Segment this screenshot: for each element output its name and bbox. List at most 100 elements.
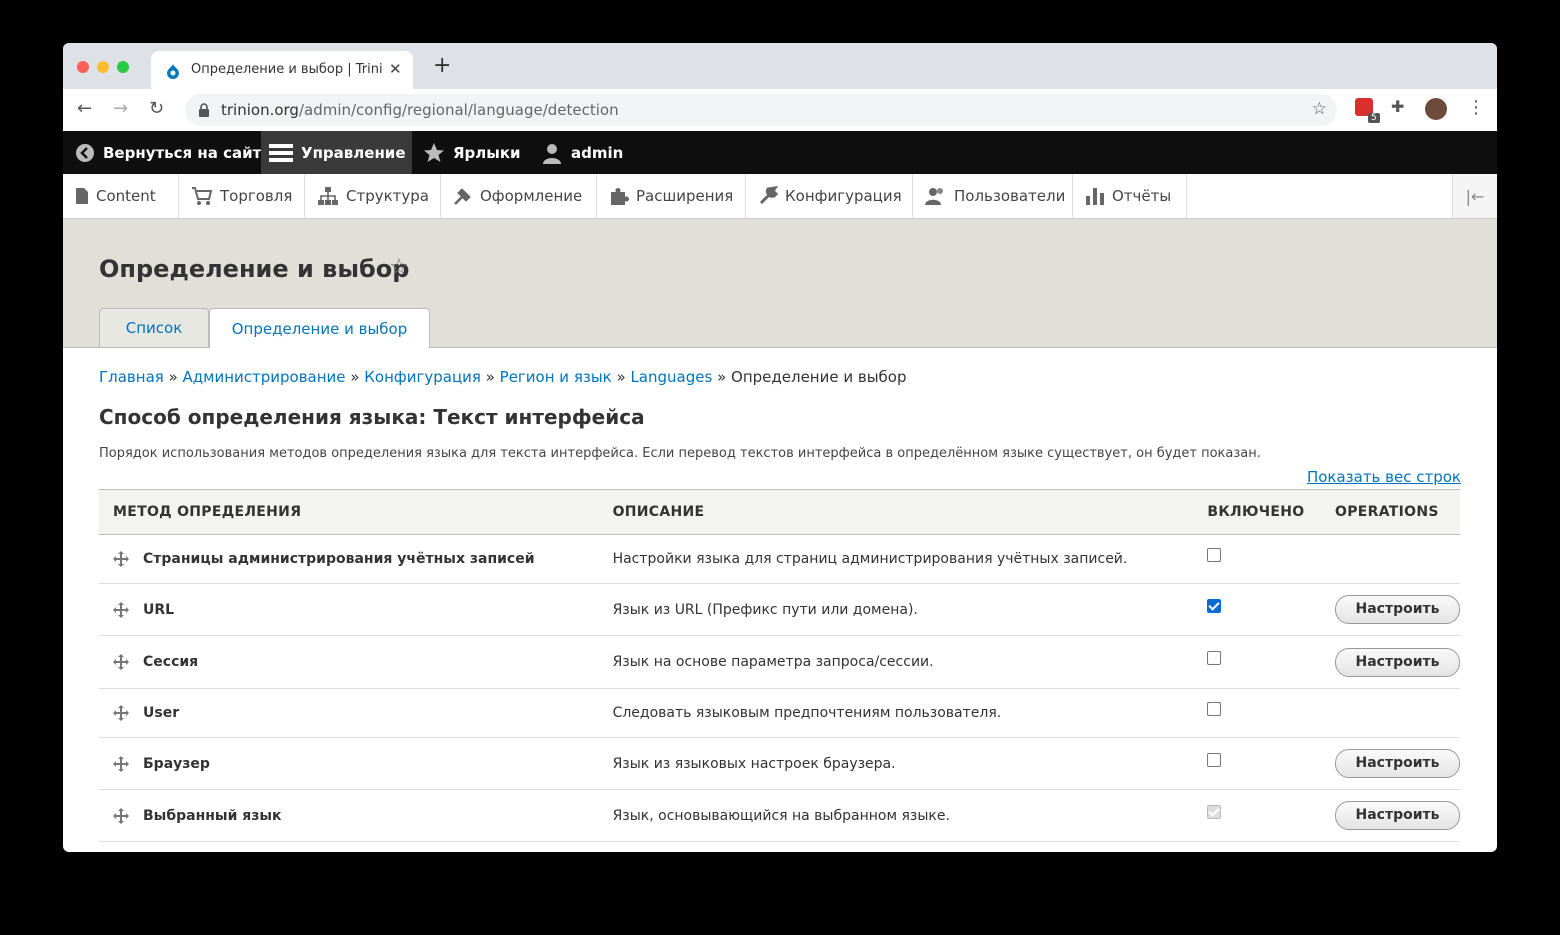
puzzle-icon — [611, 188, 629, 205]
maximize-window-button[interactable] — [117, 61, 129, 73]
tab-detection[interactable]: Определение и выбор — [209, 308, 430, 348]
menu-item-label: Пользователи — [954, 187, 1066, 205]
url-host: trinion.org — [221, 101, 299, 119]
header-method: МЕТОД ОПРЕДЕЛЕНИЯ — [99, 489, 600, 535]
enabled-checkbox-disabled — [1207, 804, 1222, 819]
url-path: /admin/config/regional/language/detectio… — [298, 101, 619, 119]
breadcrumb: Главная » Администрирование » Конфигурац… — [99, 368, 907, 386]
method-name: User — [143, 705, 180, 721]
configure-button[interactable]: Настроить — [1335, 647, 1460, 677]
enabled-checkbox[interactable] — [1207, 752, 1222, 767]
method-name: Браузер — [143, 755, 210, 772]
table-row: Сессия Язык на основе параметра запроса/… — [99, 635, 1460, 689]
manage-label: Управление — [301, 143, 406, 162]
drag-handle-icon[interactable] — [113, 705, 129, 721]
menu-item-label: Конфигурация — [785, 187, 902, 205]
menu-item-appearance[interactable]: Оформление — [441, 174, 597, 218]
configure-button[interactable]: Настроить — [1335, 595, 1460, 624]
minimize-window-button[interactable] — [97, 61, 109, 73]
bookmark-star-icon[interactable]: ☆ — [1312, 99, 1327, 119]
extensions-puzzle-icon[interactable]: ✚ — [1391, 97, 1404, 116]
drag-handle-icon[interactable] — [113, 654, 129, 670]
collapse-menu-icon[interactable]: |← — [1452, 174, 1497, 218]
menu-item-commerce[interactable]: Торговля — [179, 174, 305, 218]
enabled-checkbox[interactable] — [1207, 548, 1222, 562]
breadcrumb-config[interactable]: Конфигурация — [364, 368, 481, 386]
menu-item-content[interactable]: Content — [63, 174, 179, 218]
menu-item-people[interactable]: Пользователи — [913, 174, 1073, 218]
table-header-row: МЕТОД ОПРЕДЕЛЕНИЯ ОПИСАНИЕ ВКЛЮЧЕНО OPER… — [99, 489, 1460, 535]
wrench-icon — [759, 186, 778, 205]
method-name: Выбранный язык — [143, 807, 282, 824]
drag-handle-icon[interactable] — [113, 755, 129, 772]
shortcuts-link[interactable]: Ярлыки — [423, 131, 521, 174]
user-link[interactable]: admin — [541, 131, 623, 174]
header-description: ОПИСАНИЕ — [599, 489, 1208, 535]
method-name: Страницы администрирования учётных запис… — [143, 551, 535, 567]
browser-menu-icon[interactable]: ⋮ — [1467, 97, 1485, 118]
menu-item-structure[interactable]: Структура — [305, 174, 441, 218]
menu-item-configuration[interactable]: Конфигурация — [746, 174, 913, 218]
menu-item-reports[interactable]: Отчёты — [1073, 174, 1187, 218]
menu-item-label: Content — [96, 187, 156, 205]
operations-cell — [1335, 534, 1460, 584]
hamburger-icon — [269, 143, 293, 162]
header-enabled: ВКЛЮЧЕНО — [1207, 489, 1335, 535]
add-shortcut-star-icon[interactable]: ☆ — [389, 255, 409, 280]
manage-link[interactable]: Управление — [261, 131, 412, 174]
drag-handle-icon[interactable] — [113, 807, 129, 824]
breadcrumb-admin[interactable]: Администрирование — [183, 368, 346, 386]
breadcrumb-regional[interactable]: Регион и язык — [500, 368, 612, 386]
menu-item-label: Торговля — [220, 187, 293, 205]
back-to-site-link[interactable]: Вернуться на сайт — [75, 131, 261, 174]
operations-cell — [1335, 688, 1460, 738]
close-window-button[interactable] — [77, 61, 89, 73]
menu-item-label: Структура — [346, 187, 429, 205]
table-row: Выбранный язык Язык, основывающийся на в… — [99, 789, 1460, 842]
drag-handle-icon[interactable] — [113, 601, 129, 618]
enabled-checkbox[interactable] — [1207, 598, 1222, 613]
lock-icon — [199, 103, 209, 117]
close-tab-icon[interactable]: ✕ — [389, 60, 402, 78]
drupal-toolbar: Вернуться на сайт Управление Ярлыки admi… — [63, 131, 1497, 174]
admin-menu: Content Торговля Структура Оформление Ра… — [63, 174, 1497, 219]
tab-list[interactable]: Список — [99, 308, 209, 347]
extension-badge: 5 — [1368, 113, 1380, 123]
user-label: admin — [571, 143, 624, 162]
breadcrumb-languages[interactable]: Languages — [630, 368, 712, 386]
method-description: Настройки языка для страниц администриро… — [599, 534, 1208, 584]
shortcuts-label: Ярлыки — [453, 143, 521, 162]
page-header: Определение и выбор ☆ Список Определение… — [63, 219, 1497, 348]
enabled-checkbox[interactable] — [1207, 651, 1222, 665]
configure-button[interactable]: Настроить — [1335, 801, 1460, 830]
menu-item-label: Отчёты — [1112, 187, 1172, 205]
people-icon — [925, 188, 943, 205]
tab-title: Определение и выбор | Trinion — [191, 62, 383, 77]
method-name: Сессия — [143, 654, 199, 670]
tab-strip: Определение и выбор | Trinion ✕ + — [63, 43, 1497, 89]
reload-icon[interactable]: ↻ — [149, 99, 164, 119]
header-operations: OPERATIONS — [1335, 489, 1460, 535]
bars-icon — [1086, 188, 1104, 205]
page-title: Определение и выбор — [99, 255, 410, 283]
sitemap-icon — [318, 187, 338, 205]
breadcrumb-home[interactable]: Главная — [99, 368, 164, 386]
user-icon — [543, 143, 561, 164]
configure-button[interactable]: Настроить — [1335, 749, 1460, 778]
forward-arrow-icon[interactable]: → — [113, 99, 128, 119]
drag-handle-icon[interactable] — [113, 551, 129, 567]
address-bar[interactable]: trinion.org/admin/config/regional/langua… — [185, 94, 1337, 126]
enabled-checkbox[interactable] — [1207, 702, 1222, 716]
profile-avatar[interactable] — [1425, 98, 1447, 120]
menu-item-extend[interactable]: Расширения — [597, 174, 746, 218]
brush-icon — [454, 188, 471, 205]
show-row-weights-link[interactable]: Показать вес строк — [1307, 468, 1461, 486]
browser-tab[interactable]: Определение и выбор | Trinion ✕ — [151, 51, 413, 89]
method-description: Язык на основе параметра запроса/сессии. — [599, 635, 1208, 689]
method-description: Язык, основывающийся на выбранном языке. — [599, 789, 1208, 842]
table-row: Браузер Язык из языковых настроек браузе… — [99, 737, 1460, 790]
back-arrow-icon[interactable]: ← — [77, 99, 92, 119]
new-tab-icon[interactable]: + — [433, 55, 451, 77]
method-name: URL — [143, 601, 175, 618]
back-circle-icon — [76, 143, 94, 162]
